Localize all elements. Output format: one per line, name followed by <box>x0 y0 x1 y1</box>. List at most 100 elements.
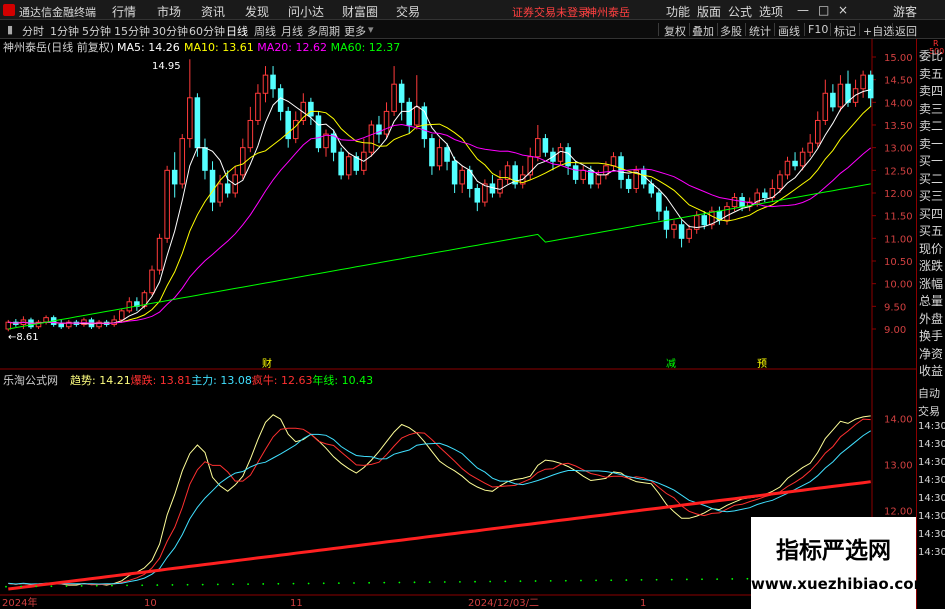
btn-tongji[interactable]: 统计 <box>749 23 771 39</box>
btn-zixuan[interactable]: +自选 <box>863 23 894 39</box>
sidepanel-item: 涨跌 <box>919 259 944 273</box>
nianxian-dot <box>428 581 431 584</box>
nianxian-dot <box>443 581 446 583</box>
period-30min[interactable]: 30分钟 <box>152 23 188 39</box>
candle-body <box>292 119 299 140</box>
toolbar-divider <box>689 23 690 36</box>
btn-fuquan[interactable]: 复权 <box>664 23 686 39</box>
nianxian-dot <box>156 584 159 586</box>
btn-biaoji[interactable]: 标记 <box>834 23 856 39</box>
sidepanel-lower-item: 14:30 <box>918 421 945 432</box>
period-more[interactable]: 更多 <box>344 23 366 39</box>
nianxian-dot <box>20 585 23 588</box>
sub-panel-title: 乐淘公式网 <box>3 374 58 387</box>
watermark: 指标严选网 www.xuezhibiao.com <box>751 517 929 609</box>
sidepanel-item: 外盘 <box>919 311 944 326</box>
menu-item-caifuquan[interactable]: 财富圈 <box>342 3 378 20</box>
nianxian-dot <box>80 584 83 587</box>
btn-f10[interactable]: F10 <box>808 23 828 36</box>
sidepanel-lower-item: 自动 <box>918 387 940 400</box>
x-axis-label: 1 <box>640 598 646 609</box>
login-status[interactable]: 证券交易未登录 <box>512 4 589 20</box>
toolbar-divider <box>717 23 718 36</box>
close-icon[interactable]: × <box>838 3 848 17</box>
btn-duogu[interactable]: 多股 <box>720 23 742 39</box>
period-daily[interactable]: 日线 <box>226 23 248 39</box>
period-1min[interactable]: 1分钟 <box>50 23 79 39</box>
nianxian-dot <box>322 582 325 585</box>
nianxian-dot <box>595 579 597 582</box>
menu-item-zixun[interactable]: 资讯 <box>201 3 225 20</box>
menu-item-banmian[interactable]: 版面 <box>697 3 721 20</box>
candle-body <box>270 74 276 90</box>
nianxian-dot <box>655 578 658 581</box>
candle-body <box>277 88 284 112</box>
sidepanel-item: 换手 <box>919 329 944 343</box>
toolbar-divider <box>892 23 893 36</box>
btn-fanhui[interactable]: 返回 <box>895 23 917 39</box>
sub-indicator-label: 疯牛: 12.63 <box>252 373 313 387</box>
menu-item-wenxiaoda[interactable]: 问小达 <box>288 3 324 20</box>
candle-body <box>830 92 836 108</box>
candle-body <box>240 147 246 176</box>
nianxian-dot <box>262 583 265 585</box>
candle-body <box>777 174 783 189</box>
sub-tick-label: 14.00 <box>884 415 913 426</box>
maximize-icon[interactable]: □ <box>818 3 829 17</box>
candle-body <box>126 301 133 312</box>
candle-body <box>656 192 662 212</box>
sidepanel-item: 买四 <box>919 206 944 221</box>
toolbar-divider <box>804 23 805 36</box>
x-axis-label: 2024/12/03/二 <box>468 598 539 609</box>
period-fenshi[interactable]: 分时 <box>22 23 44 39</box>
nianxian-dot <box>670 578 673 581</box>
candle-body <box>535 138 541 158</box>
candle-body <box>595 174 602 185</box>
menu-item-faxian[interactable]: 发现 <box>245 3 269 20</box>
candle-body <box>345 156 352 176</box>
period-multi[interactable]: 多周期 <box>307 23 340 39</box>
menu-item-hangqing[interactable]: 行情 <box>112 3 136 20</box>
low-price-label: ←8.61 <box>8 332 39 343</box>
nianxian-dot <box>232 583 234 586</box>
nianxian-dot <box>519 580 522 583</box>
period-weekly[interactable]: 周线 <box>254 23 276 39</box>
candle-body <box>118 310 125 321</box>
ma-indicator-label: MA5: 14.26 <box>117 41 180 54</box>
menu-item-gongneng[interactable]: 功能 <box>666 3 690 20</box>
menu-item-shichang[interactable]: 市场 <box>157 3 181 20</box>
nianxian-dot <box>307 582 310 585</box>
sidepanel-item: 卖三 <box>919 101 944 116</box>
period-monthly[interactable]: 月线 <box>281 23 303 39</box>
candle-body <box>262 74 269 94</box>
price-tick-label: 13.00 <box>884 144 913 155</box>
candle-body <box>308 101 314 117</box>
sidepanel-item: 买一 <box>919 154 944 168</box>
candle-body <box>315 115 322 149</box>
candle-body <box>247 119 254 149</box>
nianxian-dot <box>640 579 643 581</box>
btn-huaxian[interactable]: 画线 <box>778 23 800 39</box>
nianxian-dot <box>65 585 68 587</box>
menu-item-xuanxiang[interactable]: 选项 <box>759 3 783 20</box>
btn-diejia[interactable]: 叠加 <box>692 23 714 39</box>
sidepanel-lower-item: 14:30 <box>918 493 945 504</box>
ma-indicator-label: MA20: 12.62 <box>257 41 327 54</box>
menu-item-jiaoyi[interactable]: 交易 <box>396 3 420 20</box>
nianxian-dot <box>685 578 688 581</box>
price-tick-label: 10.00 <box>884 280 913 291</box>
more-chevron-icon[interactable]: ▾ <box>368 23 374 36</box>
candle-body <box>255 92 261 121</box>
sub-tick-label: 13.00 <box>884 461 913 472</box>
toolbar-divider <box>859 23 860 36</box>
period-15min[interactable]: 15分钟 <box>114 23 150 39</box>
price-tick-label: 10.50 <box>884 257 913 268</box>
guest-label[interactable]: 游客 <box>893 3 917 20</box>
period-5min[interactable]: 5分钟 <box>82 23 111 39</box>
candle-body <box>762 192 768 199</box>
minimize-icon[interactable]: — <box>797 3 809 17</box>
toolbar-divider <box>830 23 831 36</box>
candle-body <box>671 224 677 230</box>
menu-item-gongshi[interactable]: 公式 <box>728 3 752 20</box>
period-60min[interactable]: 60分钟 <box>189 23 225 39</box>
